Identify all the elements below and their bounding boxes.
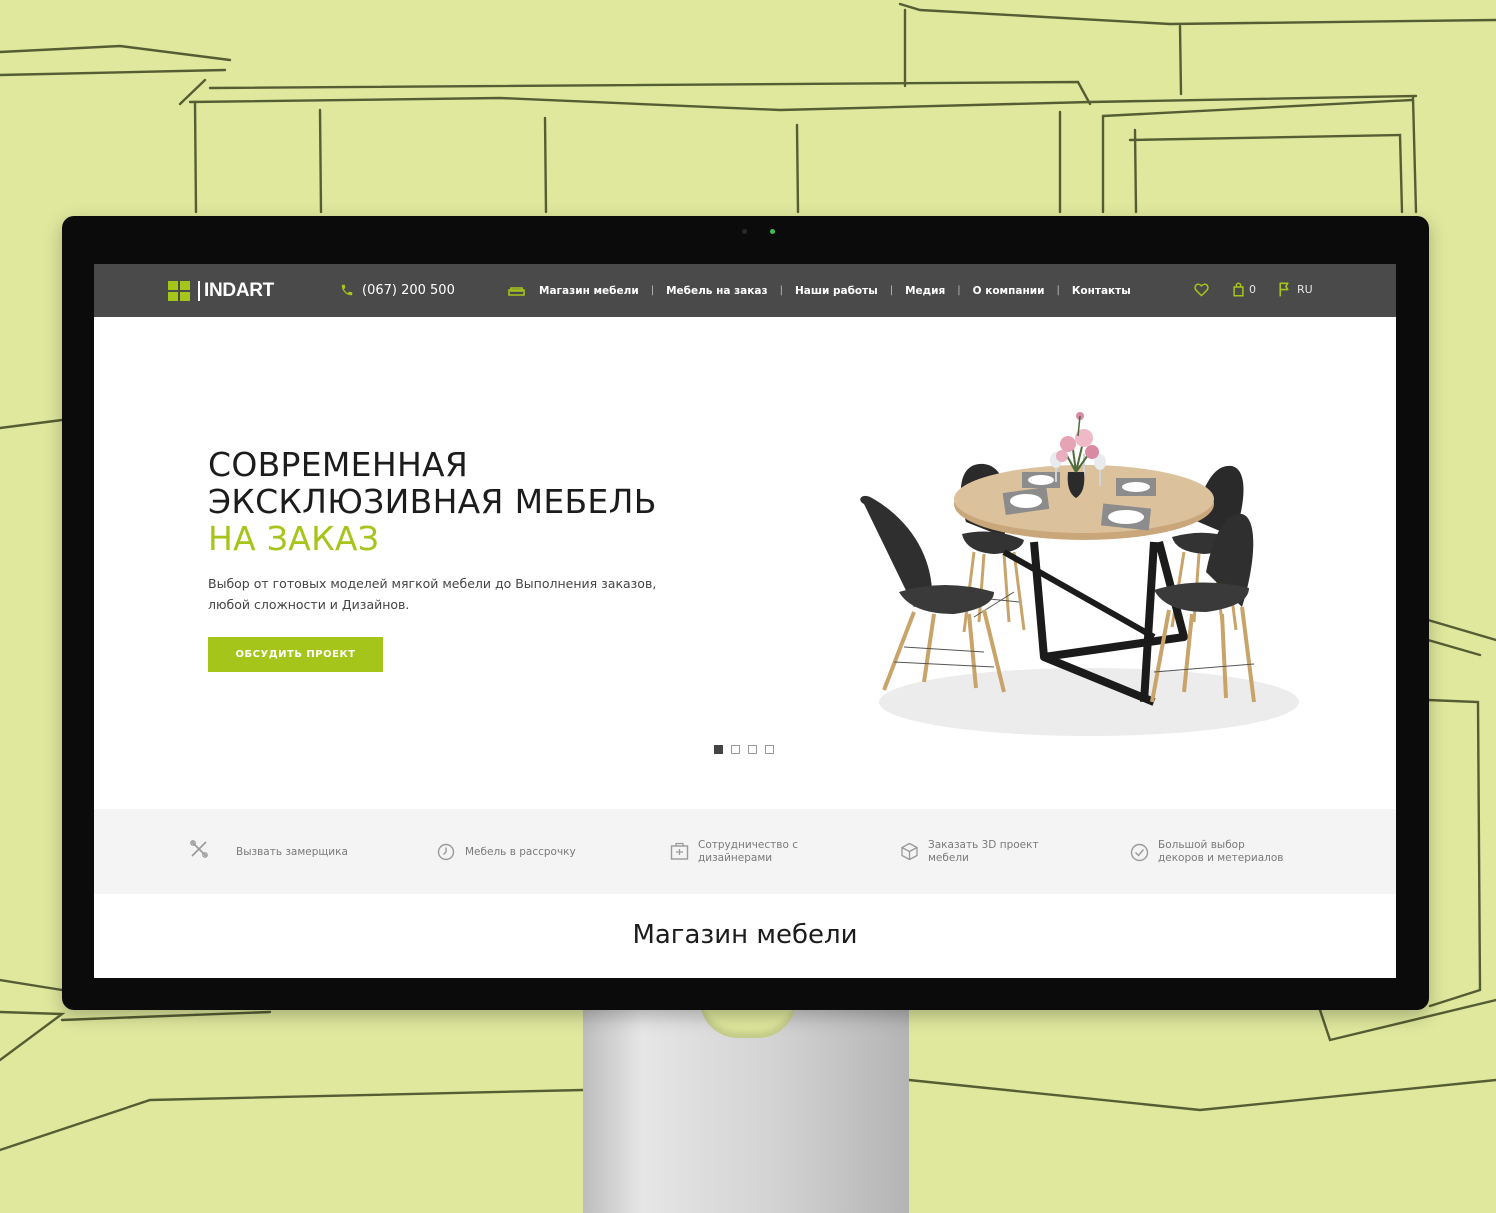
menu-item-furniture-store[interactable]: Магазин мебели <box>539 283 639 299</box>
menu-separator: | <box>957 285 961 296</box>
menu-separator: | <box>779 285 783 296</box>
hero-subtitle: Выбор от готовых моделей мягкой мебели д… <box>208 573 678 615</box>
feature-label: Большой выбор <box>1158 839 1245 851</box>
features-strip: Вызвать замерщика Мебель в рассрочку Сот… <box>94 809 1396 894</box>
logo-squares-icon <box>168 281 190 301</box>
camera-lens <box>742 229 747 234</box>
feature-label: Вызвать замерщика <box>236 846 348 858</box>
feature-label: декоров и метериалов <box>1158 852 1284 864</box>
cube-icon <box>901 842 918 861</box>
main-menu: Магазин мебели | Мебель на заказ | Наши … <box>508 283 1131 299</box>
tools-icon <box>190 840 208 858</box>
feature-label: Мебель в рассрочку <box>465 846 576 858</box>
phone-number: (067) 200 500 <box>362 283 455 298</box>
feature-label: Сотрудничество с <box>698 839 798 851</box>
hero-subtitle-line: Выбор от готовых моделей мягкой мебели д… <box>208 576 657 591</box>
discuss-project-button[interactable]: ОБСУДИТЬ ПРОЕКТ <box>208 637 383 672</box>
feature-label: Заказать 3D проект <box>928 839 1039 851</box>
clock-icon <box>437 843 455 861</box>
menu-item-contacts[interactable]: Контакты <box>1072 283 1131 299</box>
website-screen: INDART (067) 200 500 Магазин мебели | Ме… <box>94 264 1396 978</box>
slider-dot-3[interactable] <box>748 745 757 754</box>
hero-title: СОВРЕМЕННАЯ ЭКСКЛЮЗИВНАЯ МЕБЕЛЬ НА ЗАКАЗ <box>208 446 768 557</box>
menu-separator: | <box>1056 285 1060 296</box>
menu-item-media[interactable]: Медия <box>905 283 945 299</box>
check-circle-icon <box>1130 843 1149 862</box>
menu-item-about[interactable]: О компании <box>973 283 1045 299</box>
cart-count: 0 <box>1249 283 1256 296</box>
slider-dot-2[interactable] <box>731 745 740 754</box>
hero-title-line: ЭКСКЛЮЗИВНАЯ МЕБЕЛЬ <box>208 482 657 521</box>
menu-item-our-works[interactable]: Наши работы <box>795 283 878 299</box>
phone-icon <box>341 284 353 296</box>
section-title: Магазин мебели <box>632 920 858 950</box>
feature-3d-project[interactable]: Заказать 3D проект мебели <box>900 809 1100 894</box>
slider-dot-1[interactable] <box>714 745 723 754</box>
language-switcher[interactable]: RU <box>1297 281 1313 299</box>
logo-divider <box>198 281 200 301</box>
feature-label: мебели <box>928 852 969 864</box>
menu-separator: | <box>889 285 894 296</box>
feature-materials[interactable]: Большой выбор декоров и метериалов <box>1130 809 1350 894</box>
hero-title-line: СОВРЕМЕННАЯ <box>208 445 469 484</box>
menu-separator: | <box>650 285 655 296</box>
hero-subtitle-line: любой сложности и Дизайнов. <box>208 597 410 612</box>
flag-icon <box>1279 282 1289 297</box>
hero-title-accent-line: НА ЗАКАЗ <box>208 519 380 558</box>
designer-icon <box>670 842 689 860</box>
sofa-icon <box>508 287 525 296</box>
camera-indicator-light <box>770 229 775 234</box>
heart-icon[interactable] <box>1194 283 1209 297</box>
feature-installments[interactable]: Мебель в рассрочку <box>437 809 637 894</box>
feature-designers[interactable]: Сотрудничество с дизайнерами <box>670 809 870 894</box>
site-header: INDART (067) 200 500 Магазин мебели | Ме… <box>94 264 1396 317</box>
slider-dot-4[interactable] <box>765 745 774 754</box>
logo-text: INDART <box>204 280 274 301</box>
feature-measurer[interactable]: Вызвать замерщика <box>189 809 389 894</box>
feature-label: дизайнерами <box>698 852 773 864</box>
dining-set-image <box>860 412 1299 736</box>
menu-item-custom-furniture[interactable]: Мебель на заказ <box>666 283 768 299</box>
shopping-bag-icon[interactable] <box>1232 282 1245 297</box>
